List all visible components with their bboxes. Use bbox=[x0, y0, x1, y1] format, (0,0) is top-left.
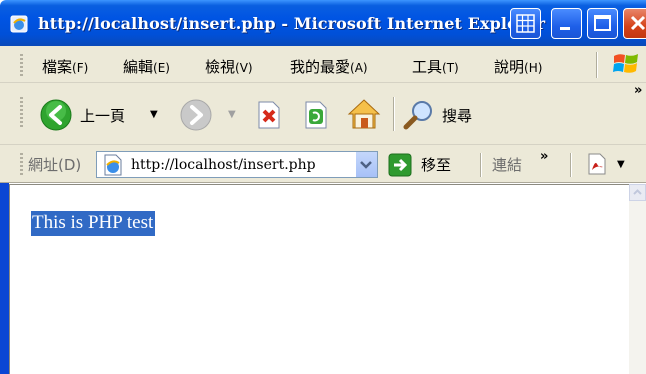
toolbar-grip[interactable] bbox=[20, 97, 23, 129]
back-button[interactable]: 上一頁 ▼ bbox=[40, 99, 160, 131]
address-input[interactable]: http://localhost/insert.php bbox=[96, 151, 378, 178]
menubar-grip[interactable] bbox=[20, 54, 23, 76]
maximize-icon bbox=[594, 15, 611, 31]
maximize-button[interactable] bbox=[587, 8, 618, 39]
grid-button[interactable] bbox=[510, 8, 541, 39]
go-label: 移至 bbox=[421, 156, 452, 174]
address-dropdown-button[interactable] bbox=[355, 152, 377, 177]
close-button[interactable] bbox=[623, 8, 646, 39]
page-content[interactable]: This is PHP test bbox=[9, 184, 629, 374]
menu-view[interactable]: 檢視(V) bbox=[205, 56, 253, 77]
address-label: 網址(D) bbox=[28, 156, 82, 174]
refresh-icon bbox=[305, 101, 327, 129]
vertical-scrollbar[interactable] bbox=[629, 184, 646, 374]
ie-page-icon bbox=[10, 15, 28, 33]
title-bar[interactable]: http://localhost/insert.php - Microsoft … bbox=[0, 0, 646, 46]
back-label: 上一頁 bbox=[80, 107, 126, 125]
window-frame-left bbox=[0, 183, 9, 374]
back-icon bbox=[40, 99, 72, 131]
stop-icon bbox=[258, 101, 280, 129]
address-bar: 網址(D) http://localhost/insert.php 移至 連結 … bbox=[0, 145, 646, 183]
menubar-separator bbox=[596, 52, 597, 78]
addressbar-grip[interactable] bbox=[20, 153, 23, 175]
grid-icon bbox=[516, 14, 535, 33]
toolbar-overflow-chevron[interactable]: » bbox=[634, 83, 642, 98]
toolbar-separator bbox=[393, 97, 394, 131]
search-icon bbox=[403, 101, 432, 130]
stop-button[interactable] bbox=[256, 101, 282, 129]
links-overflow-chevron[interactable]: » bbox=[540, 149, 548, 164]
forward-dropdown-icon[interactable]: ▼ bbox=[228, 109, 236, 120]
search-label: 搜尋 bbox=[442, 107, 473, 125]
back-dropdown-icon[interactable]: ▼ bbox=[150, 109, 158, 120]
menu-favorites[interactable]: 我的最愛(A) bbox=[290, 56, 368, 77]
forward-button[interactable]: ▼ bbox=[180, 99, 240, 131]
scroll-up-button[interactable] bbox=[629, 184, 646, 201]
chevron-down-icon bbox=[360, 161, 372, 169]
pdf-button[interactable]: ▼ bbox=[585, 152, 631, 176]
pdf-icon bbox=[588, 153, 606, 175]
close-icon bbox=[630, 15, 646, 31]
home-button[interactable] bbox=[347, 98, 381, 130]
minimize-button[interactable] bbox=[551, 8, 582, 39]
go-arrow-icon bbox=[388, 153, 412, 177]
pdf-dropdown-icon[interactable]: ▼ bbox=[617, 159, 625, 170]
menu-file[interactable]: 檔案(F) bbox=[42, 56, 88, 77]
search-button[interactable]: 搜尋 bbox=[403, 99, 483, 131]
refresh-button[interactable] bbox=[303, 101, 329, 129]
minimize-icon bbox=[560, 27, 570, 30]
menu-tools[interactable]: 工具(T) bbox=[412, 56, 459, 77]
links-label[interactable]: 連結 bbox=[492, 154, 522, 175]
selected-text[interactable]: This is PHP test bbox=[31, 211, 156, 236]
home-icon bbox=[347, 99, 381, 129]
addressbar-separator-2 bbox=[570, 153, 571, 177]
go-button[interactable]: 移至 bbox=[388, 150, 464, 178]
menu-help[interactable]: 說明(H) bbox=[494, 56, 542, 77]
menu-bar: 檔案(F) 編輯(E) 檢視(V) 我的最愛(A) 工具(T) 說明(H) bbox=[0, 46, 646, 83]
window-title: http://localhost/insert.php - Microsoft … bbox=[38, 14, 546, 33]
menu-edit[interactable]: 編輯(E) bbox=[123, 56, 170, 77]
forward-icon bbox=[180, 99, 212, 131]
windows-logo bbox=[613, 54, 638, 73]
page-icon bbox=[104, 154, 122, 176]
chevron-up-icon bbox=[633, 189, 642, 195]
standard-toolbar: 上一頁 ▼ ▼ 搜尋 » bbox=[0, 83, 646, 145]
addressbar-separator bbox=[480, 153, 481, 177]
address-url: http://localhost/insert.php bbox=[131, 157, 316, 173]
